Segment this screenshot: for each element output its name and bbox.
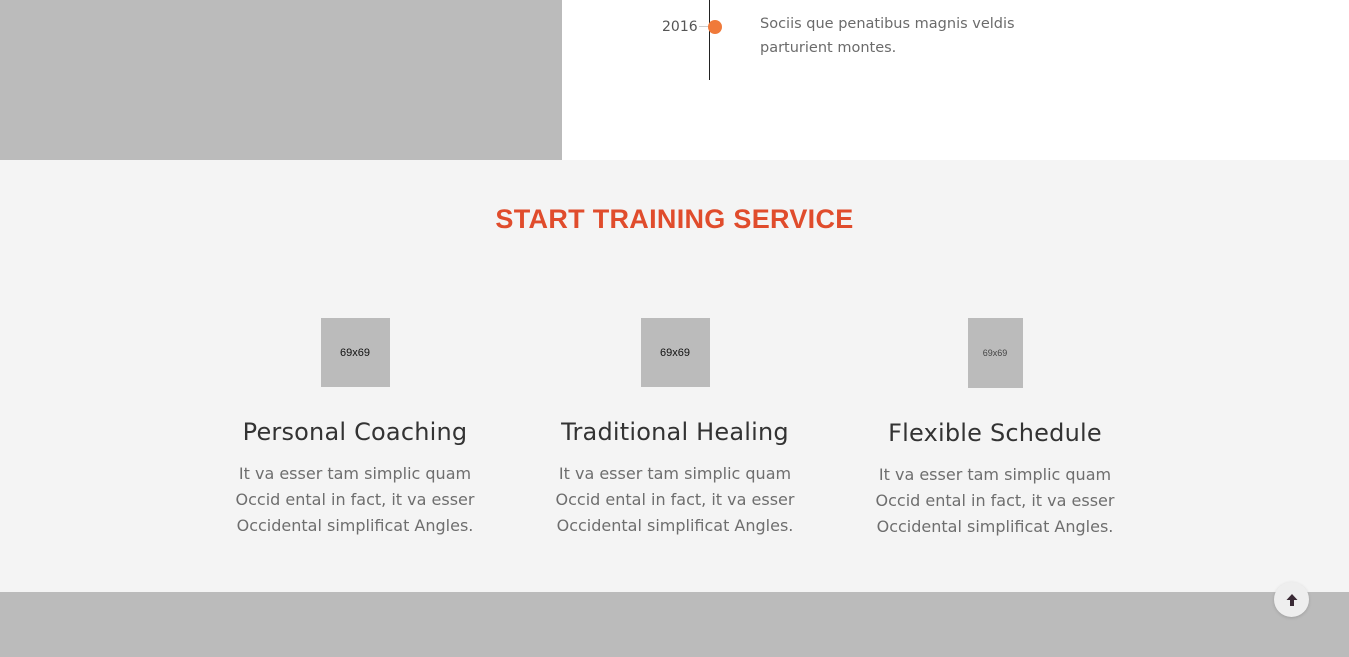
service-title: Personal Coaching <box>242 418 468 446</box>
timeline-year: 2016 <box>662 19 698 35</box>
timeline-line <box>709 0 710 80</box>
section-title: START TRAINING SERVICE <box>495 204 854 234</box>
service-description: It va esser tam simplic quam Occid ental… <box>875 465 1115 536</box>
arrow-up-icon <box>1286 593 1297 606</box>
service-card-personal-coaching: 69x69 Personal Coaching It va esser tam … <box>205 318 505 539</box>
service-title: Flexible Schedule <box>888 419 1102 447</box>
service-image: 69x69 <box>320 318 390 387</box>
service-image: 69x69 <box>967 318 1023 388</box>
service-image: 69x69 <box>640 318 710 387</box>
top-image-placeholder <box>0 0 562 160</box>
service-title: Traditional Healing <box>561 418 789 446</box>
timeline-dot <box>708 20 722 34</box>
footer-band <box>0 592 1349 657</box>
scroll-to-top-button[interactable] <box>1274 582 1309 617</box>
service-description: It va esser tam simplic quam Occid ental… <box>555 464 795 535</box>
service-description: It va esser tam simplic quam Occid ental… <box>235 464 475 535</box>
timeline-text: Sociis que penatibus magnis veldis partu… <box>760 16 1015 56</box>
services-section: START TRAINING SERVICE 69x69 Personal Co… <box>0 160 1349 592</box>
service-card-flexible-schedule: 69x69 Flexible Schedule It va esser tam … <box>845 318 1145 540</box>
service-card-traditional-healing: 69x69 Traditional Healing It va esser ta… <box>525 318 825 539</box>
